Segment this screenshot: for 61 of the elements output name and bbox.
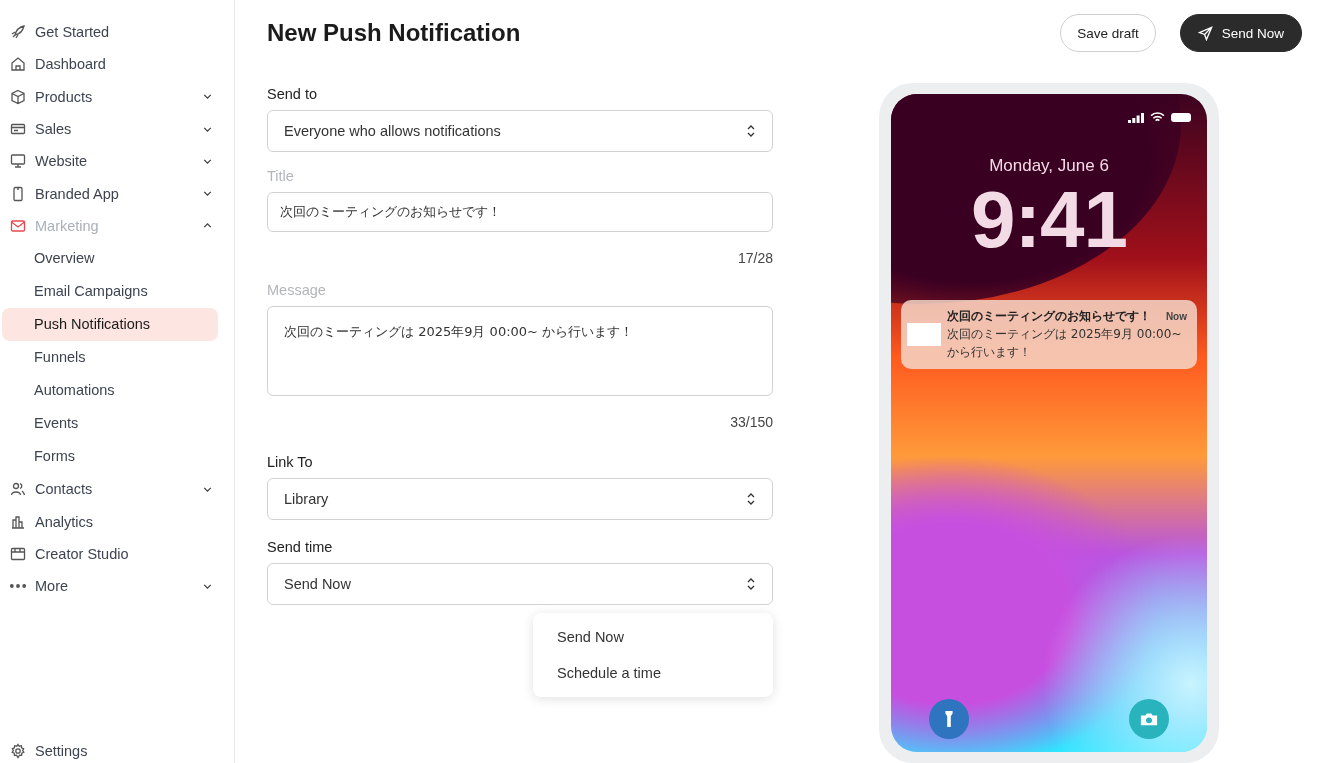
save-draft-button[interactable]: Save draft bbox=[1060, 14, 1156, 52]
monitor-icon bbox=[10, 153, 26, 170]
lock-screen-date: Monday, June 6 bbox=[988, 156, 1110, 176]
send-icon bbox=[1197, 25, 1213, 41]
settings-icon bbox=[10, 743, 26, 759]
nav-item[interactable]: Get Started bbox=[0, 16, 234, 49]
nav-item[interactable]: Analytics bbox=[0, 505, 234, 538]
nav-item[interactable]: Website bbox=[0, 145, 234, 178]
settings-item[interactable]: Settings bbox=[0, 739, 234, 763]
nav-item[interactable]: Creator Studio bbox=[0, 537, 234, 570]
notification-message: 次回のミーティングは 2025年9月 00:00~ から行います！ bbox=[947, 326, 1183, 361]
nav-subitem[interactable]: Email Campaigns bbox=[2, 275, 218, 309]
users-icon bbox=[10, 481, 26, 498]
nav-subitem[interactable]: Funnels bbox=[2, 341, 218, 375]
nav-subitem[interactable]: Push Notifications bbox=[2, 308, 218, 342]
calendar-icon bbox=[10, 545, 26, 562]
app-icon bbox=[907, 323, 941, 346]
rocket-icon bbox=[10, 24, 26, 41]
character-counter: 17/28 bbox=[736, 250, 773, 266]
nav-item[interactable]: Products bbox=[0, 80, 234, 113]
notification-title: 次回のミーティングのお知らせです！ bbox=[947, 308, 1151, 325]
phone-icon bbox=[10, 185, 26, 202]
field-label: Message bbox=[267, 282, 327, 298]
signal-icon bbox=[1128, 112, 1144, 123]
nav-item[interactable]: Branded App bbox=[0, 177, 234, 210]
message-textarea[interactable]: 次回のミーティングは 2025年9月 00:00~ から行います！ bbox=[267, 306, 773, 396]
nav-item[interactable]: Contacts bbox=[0, 473, 234, 506]
dropdown-option[interactable]: Schedule a time bbox=[533, 655, 773, 691]
nav-subitem[interactable]: Automations bbox=[2, 374, 218, 408]
nav-item[interactable]: More bbox=[0, 569, 234, 603]
link-to-select[interactable]: Library bbox=[267, 478, 773, 520]
battery-icon bbox=[1171, 113, 1191, 122]
send-to-select[interactable]: Everyone who allows notifications bbox=[267, 110, 773, 152]
sort-arrows-icon bbox=[746, 577, 756, 591]
dropdown-option[interactable]: Send Now bbox=[533, 619, 773, 655]
sort-arrows-icon bbox=[746, 124, 756, 138]
character-counter: 33/150 bbox=[729, 414, 773, 430]
nav-item[interactable]: Sales bbox=[0, 112, 234, 146]
nav-item[interactable]: Dashboard bbox=[0, 48, 234, 81]
field-label: Send to bbox=[267, 86, 318, 102]
page-title: New Push Notification bbox=[267, 19, 521, 47]
field-label: Send time bbox=[267, 539, 334, 555]
title-input[interactable]: 次回のミーティングのお知らせです！ bbox=[267, 192, 773, 232]
nav-subitem[interactable]: Events bbox=[2, 407, 218, 441]
box-icon bbox=[10, 88, 26, 105]
notification-time: Now bbox=[1165, 311, 1187, 322]
sort-arrows-icon bbox=[746, 492, 756, 506]
lock-screen-time: 9:41 bbox=[969, 180, 1129, 260]
send-time-select[interactable]: Send Now bbox=[267, 563, 773, 605]
more-icon bbox=[10, 584, 26, 589]
mail-icon bbox=[10, 217, 26, 234]
home-icon bbox=[10, 56, 26, 73]
wifi-icon bbox=[1150, 112, 1165, 123]
flashlight-button[interactable] bbox=[929, 699, 969, 739]
nav-subitem[interactable]: Overview bbox=[2, 242, 218, 276]
field-label: Link To bbox=[267, 454, 314, 470]
bar-chart-icon bbox=[10, 513, 26, 530]
send-now-button[interactable]: Send Now bbox=[1179, 14, 1302, 52]
camera-button[interactable] bbox=[1129, 699, 1169, 739]
field-label: Title bbox=[267, 168, 295, 184]
nav-subitem[interactable]: Forms bbox=[2, 440, 218, 474]
